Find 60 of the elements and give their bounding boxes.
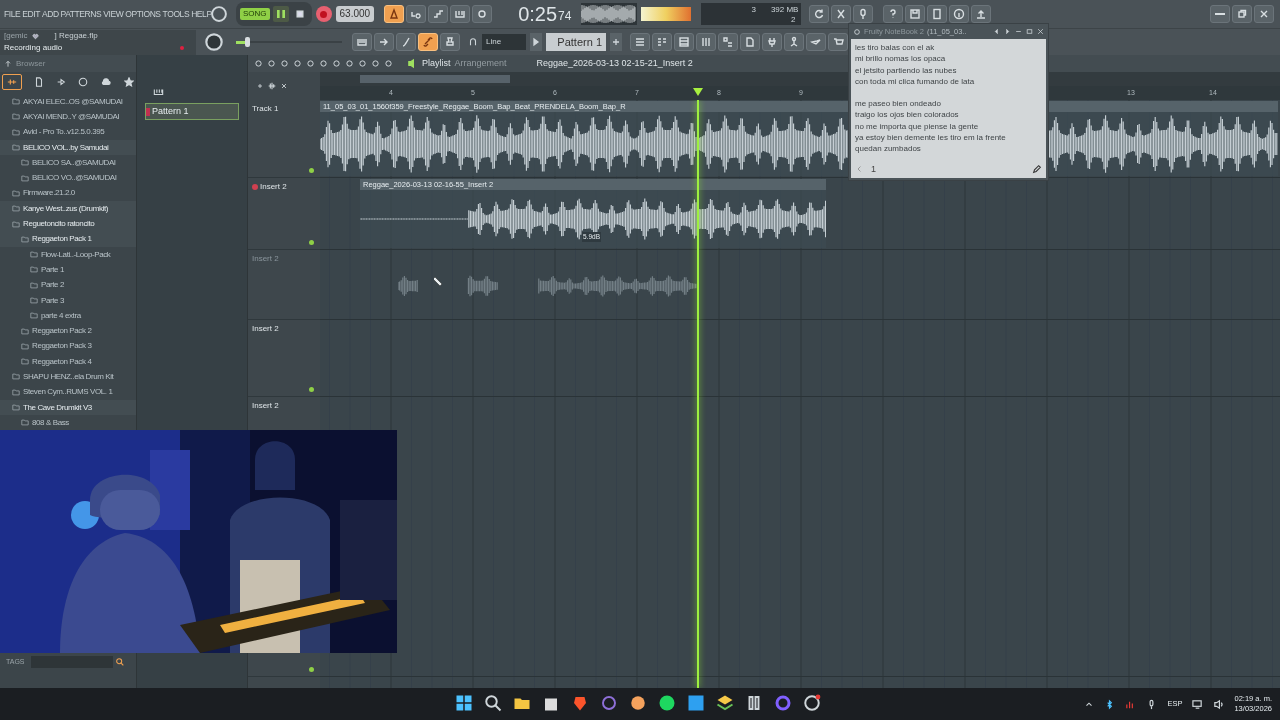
- track-name[interactable]: Insert 2: [252, 400, 279, 412]
- browser-folder[interactable]: Avid - Pro To..v12.5.0.395: [0, 124, 136, 140]
- browser-folder[interactable]: Parte 1: [0, 262, 136, 278]
- menu-item[interactable]: ADD: [41, 7, 59, 21]
- browser-folder[interactable]: Flow-Lati..-Loop-Pack: [0, 246, 136, 263]
- tempo-display[interactable]: 63.000: [335, 6, 375, 22]
- snap-dropdown[interactable]: Line: [482, 34, 526, 50]
- menu-item[interactable]: EDIT: [22, 7, 40, 21]
- menu-item[interactable]: VIEW: [103, 7, 124, 21]
- note-line: quedan zumbados: [855, 143, 922, 155]
- browser-folder[interactable]: 808 & Bass: [0, 415, 136, 431]
- song-time-centiseconds: 74: [558, 8, 572, 25]
- pattern-item[interactable]: Pattern 1: [145, 103, 239, 120]
- clip-source-title[interactable]: Reggae_2026-03-13 02-15-21_Insert 2: [536, 56, 693, 71]
- hint-message: Recording audio: [4, 42, 63, 54]
- menu-item[interactable]: OPTIONS: [125, 7, 161, 21]
- browser-folder[interactable]: Reguetoncito ratoncito: [0, 216, 136, 232]
- browser-folder[interactable]: Steven Cym..RUMS VOL. 1: [0, 384, 136, 400]
- browser-folder[interactable]: parte 4 extra: [0, 308, 136, 324]
- track-name[interactable]: Track 1: [252, 103, 279, 115]
- menu-item[interactable]: TOOLS: [162, 7, 190, 21]
- browser-folder[interactable]: AKYAI MEND..Y @SAMUDAI: [0, 109, 136, 125]
- playlist-subtitle: Arrangement: [454, 56, 507, 70]
- browser-folder[interactable]: Reggaeton Pack 4: [0, 354, 136, 370]
- browser-folder[interactable]: Parte 3: [0, 292, 136, 309]
- browser-folder[interactable]: Firmware.21.2.0: [0, 185, 136, 202]
- browser-folder[interactable]: Reggaeton Pack 3: [0, 338, 136, 355]
- polyphony-value: 2: [791, 14, 796, 26]
- note-line: el jetsito partiendo las nubes: [855, 64, 958, 76]
- hint-prefix: [gemic: [4, 30, 28, 42]
- browser-title: Browser: [16, 57, 46, 70]
- note-line: traigo los ojos bien colorados: [855, 109, 960, 121]
- browser-folder[interactable]: The Cave Drumkit V3: [0, 399, 136, 416]
- memory-value: 392 MB: [770, 4, 799, 16]
- playlist-title: Playlist: [422, 56, 451, 70]
- menu-item[interactable]: PATTERNS: [60, 7, 102, 21]
- note-line: con toda mi clica fumando de lata: [855, 75, 976, 88]
- note-line: no me importa que piense la gente: [855, 120, 980, 133]
- project-file: ] Reggae.flp: [54, 30, 98, 42]
- browser-folder[interactable]: BELICO VOL..by Samudai: [0, 139, 136, 156]
- note-line: mi brillo nomas los opaca: [855, 53, 947, 65]
- cpu-value: 3: [751, 4, 756, 16]
- note-line: me paseo bien ondeado: [855, 98, 942, 110]
- song-mode-button[interactable]: SONG: [240, 8, 270, 20]
- note-line: ya estoy bien demente les tiro em la frente: [855, 132, 1007, 144]
- pattern-selector[interactable]: Pattern 1: [546, 33, 606, 51]
- browser-folder[interactable]: Parte 2: [0, 277, 136, 293]
- browser-folder[interactable]: Reggaeton Pack 2: [0, 323, 136, 339]
- track-name[interactable]: Insert 2: [252, 323, 279, 335]
- note-line: les tiro balas con el ak: [855, 42, 936, 54]
- song-time: 0:25: [518, 3, 558, 25]
- track-name[interactable]: Insert 2: [260, 181, 287, 193]
- browser-folder[interactable]: BELICO SA..@SAMUDAI: [0, 155, 136, 171]
- browser-folder[interactable]: BELICO VO..@SAMUDAI: [0, 170, 136, 186]
- menu-item[interactable]: FILE: [4, 7, 21, 21]
- page-number: 1: [871, 162, 876, 176]
- browser-folder[interactable]: Kanye West..zus (Drumkit): [0, 201, 136, 217]
- menu-item[interactable]: HELP: [191, 7, 212, 21]
- browser-folder[interactable]: SHAPU HENZ..ela Drum Kit: [0, 369, 136, 385]
- browser-folder[interactable]: AKYAI ELEC..OS @SAMUDAI: [0, 94, 136, 110]
